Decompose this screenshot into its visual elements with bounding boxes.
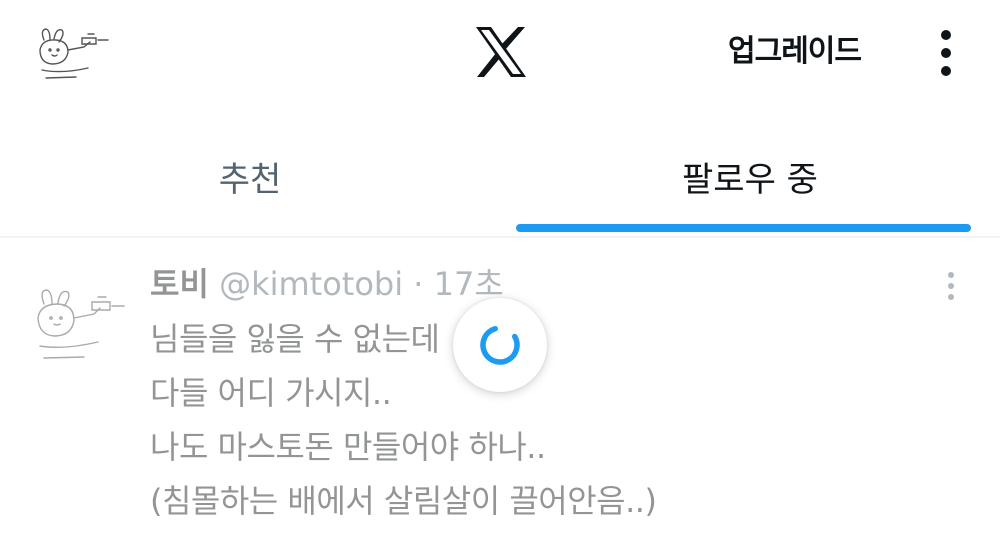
- active-tab-indicator: [516, 224, 971, 232]
- post-timestamp[interactable]: 17초: [434, 265, 504, 303]
- x-logo-icon[interactable]: [474, 26, 528, 78]
- timeline-tabs: 추천 팔로우 중: [0, 126, 1000, 238]
- doodle-rabbit-icon: [39, 28, 109, 79]
- loading-spinner-icon: [480, 325, 520, 365]
- loading-indicator: [453, 298, 547, 392]
- post-text-line: 나도 마스토돈 만들어야 하나..: [150, 428, 546, 466]
- post-text-line: 다들 어디 가시지..: [150, 374, 392, 412]
- x-app: 업그레이드 추천 팔로우 중 토비 @kimtotobi · 17초 님들을 잃…: [0, 0, 1000, 544]
- post-author-avatar[interactable]: [24, 280, 134, 370]
- author-name[interactable]: 토비: [150, 265, 209, 303]
- top-bar: 업그레이드: [0, 0, 1000, 110]
- separator-dot: ·: [413, 265, 424, 303]
- tab-recommended[interactable]: 추천: [0, 126, 500, 238]
- post-header: 토비 @kimtotobi · 17초: [150, 262, 504, 306]
- post-text-line: (침몰하는 배에서 살림살이 끌어안음..): [150, 482, 657, 520]
- post-text: 님들을 잃을 수 없는데 다들 어디 가시지.. 나도 마스토돈 만들어야 하나…: [150, 312, 970, 528]
- doodle-rabbit-icon: [37, 289, 125, 359]
- tab-following[interactable]: 팔로우 중: [500, 126, 1000, 238]
- avatar[interactable]: [28, 20, 118, 90]
- post-text-line: 님들을 잃을 수 없는데: [150, 320, 440, 358]
- post-more-icon[interactable]: [942, 268, 962, 304]
- author-handle[interactable]: @kimtotobi: [219, 265, 403, 303]
- upgrade-button[interactable]: 업그레이드: [718, 30, 871, 74]
- more-options-icon[interactable]: [926, 26, 966, 80]
